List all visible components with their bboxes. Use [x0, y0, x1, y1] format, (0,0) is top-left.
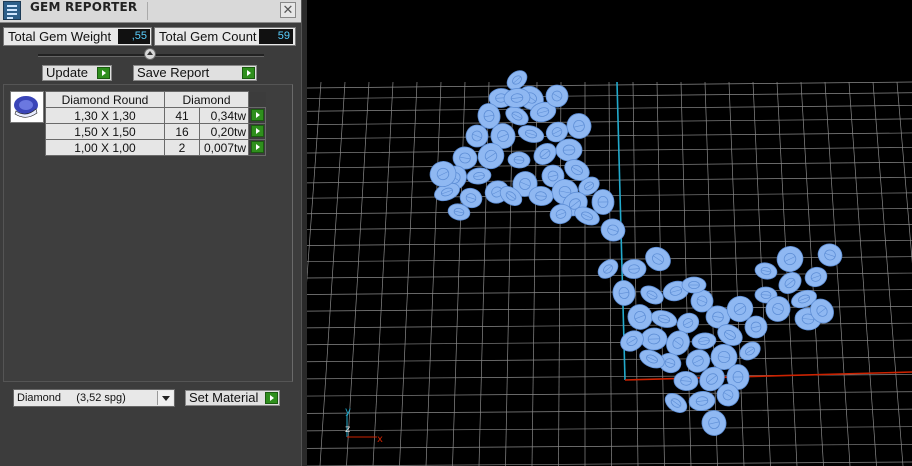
axis-gizmo: y z x: [345, 406, 383, 445]
green-play-arrow-icon: [242, 67, 255, 79]
window-title: GEM REPORTER: [30, 0, 138, 14]
grid-line: [307, 322, 912, 329]
set-material-button[interactable]: Set Material: [185, 390, 280, 406]
total-gem-weight-value: ,55: [118, 29, 150, 44]
green-play-arrow-icon: [251, 125, 264, 137]
set-material-button-label: Set Material: [189, 390, 259, 405]
grid-line: [307, 81, 322, 283]
gem: [597, 259, 619, 279]
gem: [640, 285, 664, 305]
total-gem-count-value: 59: [259, 29, 293, 44]
select-row-button[interactable]: [248, 139, 266, 156]
grid-line: [399, 81, 418, 466]
table-row: 1,00 X 1,00 2 0,007tw: [45, 139, 266, 156]
gem-size: 1,50 X 1,50: [45, 123, 165, 140]
grid-line: [319, 81, 346, 466]
column-header-diamond-round: Diamond Round: [45, 91, 165, 108]
grid-line: [872, 81, 904, 466]
grid-line: [307, 356, 912, 363]
gem: [817, 243, 843, 267]
gem: [555, 138, 583, 162]
gem: [804, 266, 828, 288]
gem-reporter-app-icon: [3, 1, 21, 20]
gem-count: 2: [164, 139, 200, 156]
gem: [612, 280, 636, 306]
gem-weight: 0,007tw: [199, 139, 249, 156]
select-row-button[interactable]: [248, 107, 266, 124]
gem: [673, 371, 699, 391]
grid-line: [656, 81, 665, 466]
save-report-button[interactable]: Save Report: [133, 65, 257, 81]
gem-count: 16: [164, 123, 200, 140]
total-gem-weight-label: Total Gem Weight: [8, 29, 112, 44]
gem: [533, 143, 557, 165]
table-row: 1,50 X 1,50 16 0,20tw: [45, 123, 266, 140]
round-diamond-icon: [10, 91, 44, 123]
gem: [591, 189, 615, 215]
green-play-arrow-icon: [97, 67, 110, 79]
table-header-row: Diamond Round Diamond: [45, 91, 266, 108]
gem: [681, 276, 707, 294]
total-gem-count-label: Total Gem Count: [159, 29, 257, 44]
close-icon: ✕: [282, 2, 294, 17]
grid-line: [307, 81, 912, 89]
gem: [650, 310, 678, 328]
gem: [600, 218, 626, 242]
gem-table: Diamond Round Diamond 1,30 X 1,30 41 0,3…: [45, 91, 266, 156]
gizmo-x-label: x: [377, 434, 383, 445]
gem-weight: 0,20tw: [199, 123, 249, 140]
material-select-value: Diamond (3,52 spg): [17, 392, 126, 404]
grid-line: [307, 391, 912, 397]
gem: [517, 125, 545, 143]
grid-line: [848, 81, 877, 466]
gem-size: 1,30 X 1,30: [45, 107, 165, 124]
grid-line: [307, 339, 912, 346]
grid-line: [307, 408, 912, 414]
gem: [701, 410, 727, 436]
grid-line: [307, 443, 912, 449]
grid-line: [728, 81, 745, 466]
gem: [621, 259, 647, 279]
green-play-arrow-icon: [265, 392, 278, 404]
grid-line: [452, 81, 466, 466]
grid-line: [307, 289, 912, 295]
title-bar: GEM REPORTER ✕: [0, 0, 301, 23]
grid-line: [896, 81, 912, 264]
select-row-button[interactable]: [248, 123, 266, 140]
grid-line: [307, 461, 912, 466]
table-row: 1,30 X 1,30 41 0,34tw: [45, 107, 266, 124]
gem: [754, 262, 778, 280]
gem-weight: 0,34tw: [199, 107, 249, 124]
gem-count: 41: [164, 107, 200, 124]
3d-viewport[interactable]: y z x: [307, 0, 912, 466]
update-button-label: Update: [46, 65, 88, 80]
gem: [776, 246, 804, 272]
grid-line: [372, 81, 394, 466]
total-gem-weight-field: Total Gem Weight ,55: [3, 27, 152, 46]
grid-line: [307, 92, 912, 100]
column-header-diamond: Diamond: [164, 91, 249, 108]
total-gem-count-field: Total Gem Count 59: [154, 27, 296, 46]
close-button[interactable]: ✕: [280, 2, 296, 18]
gizmo-z-label: z: [345, 424, 350, 435]
viewport-canvas: y z x: [307, 70, 912, 466]
title-divider: [147, 2, 148, 20]
gem: [640, 327, 668, 351]
material-select[interactable]: Diamond (3,52 spg): [13, 389, 175, 407]
grid-line: [425, 81, 442, 466]
green-play-arrow-icon: [251, 141, 264, 153]
gem-reporter-panel: GEM REPORTER ✕ Total Gem Weight ,55 Tota…: [0, 0, 301, 466]
gizmo-y-label: y: [345, 406, 351, 417]
chevron-down-icon[interactable]: [157, 391, 173, 405]
slider-handle[interactable]: [144, 48, 156, 60]
gem: [466, 167, 492, 185]
update-button[interactable]: Update: [42, 65, 112, 81]
header-spacer: [248, 91, 266, 108]
green-play-arrow-icon: [251, 109, 264, 121]
grid-line: [307, 240, 912, 246]
gem-size: 1,00 X 1,00: [45, 139, 165, 156]
save-report-button-label: Save Report: [137, 65, 210, 80]
